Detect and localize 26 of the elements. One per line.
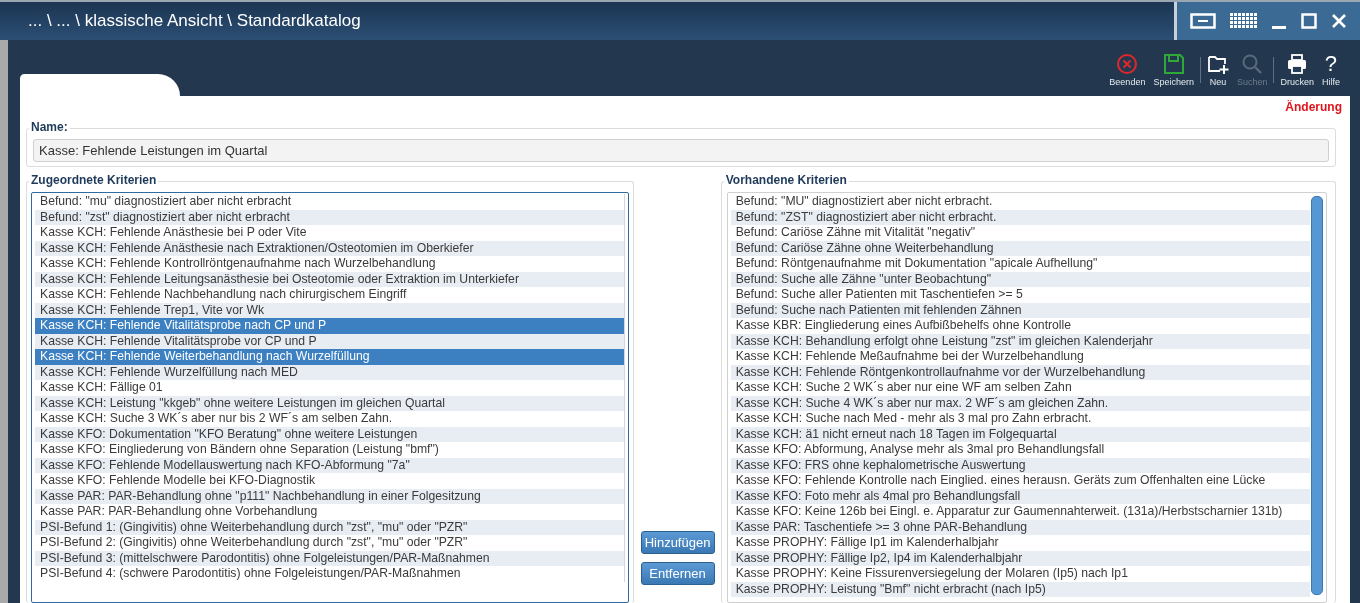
close-button[interactable]: Beenden — [1107, 53, 1148, 87]
close-icon[interactable] — [1331, 13, 1348, 29]
search-icon — [1241, 53, 1264, 75]
name-field[interactable]: Kasse: Fehlende Leistungen im Quartal — [33, 139, 1329, 162]
remove-button[interactable]: Entfernen — [640, 562, 715, 585]
grid-icon[interactable] — [1229, 13, 1258, 29]
close-icon — [1116, 53, 1139, 75]
add-button[interactable]: Hinzufügen — [640, 531, 715, 554]
name-label: Name: — [29, 120, 70, 134]
maximize-icon[interactable] — [1301, 13, 1318, 29]
status-text: Änderung — [1285, 100, 1342, 114]
available-title: Vorhandene Kriterien — [723, 173, 849, 187]
print-button[interactable]: Drucken — [1278, 53, 1316, 87]
scrollbar[interactable] — [1311, 196, 1323, 595]
window-title: ... \ ... \ klassische Ansicht \ Standardkatalog — [27, 11, 362, 31]
tab[interactable] — [20, 74, 180, 96]
list-item[interactable]: Kasse KCH: Fehlende Vitalitätsprobe nach CP und P — [35, 318, 626, 334]
help-button[interactable]: ? Hilfe — [1320, 53, 1342, 87]
assigned-title: Zugeordnete Kriterien — [29, 173, 159, 187]
save-button[interactable]: Speichern — [1151, 53, 1196, 87]
keyboard-icon[interactable] — [1189, 13, 1216, 29]
printer-icon — [1286, 53, 1309, 75]
list-item[interactable]: Kasse KCH: Fehlende Weiterbehandlung nach Wurzelfüllung — [35, 349, 626, 365]
folder-plus-icon — [1206, 53, 1229, 75]
help-icon: ? — [1324, 53, 1338, 75]
new-button[interactable]: Neu — [1204, 53, 1231, 87]
